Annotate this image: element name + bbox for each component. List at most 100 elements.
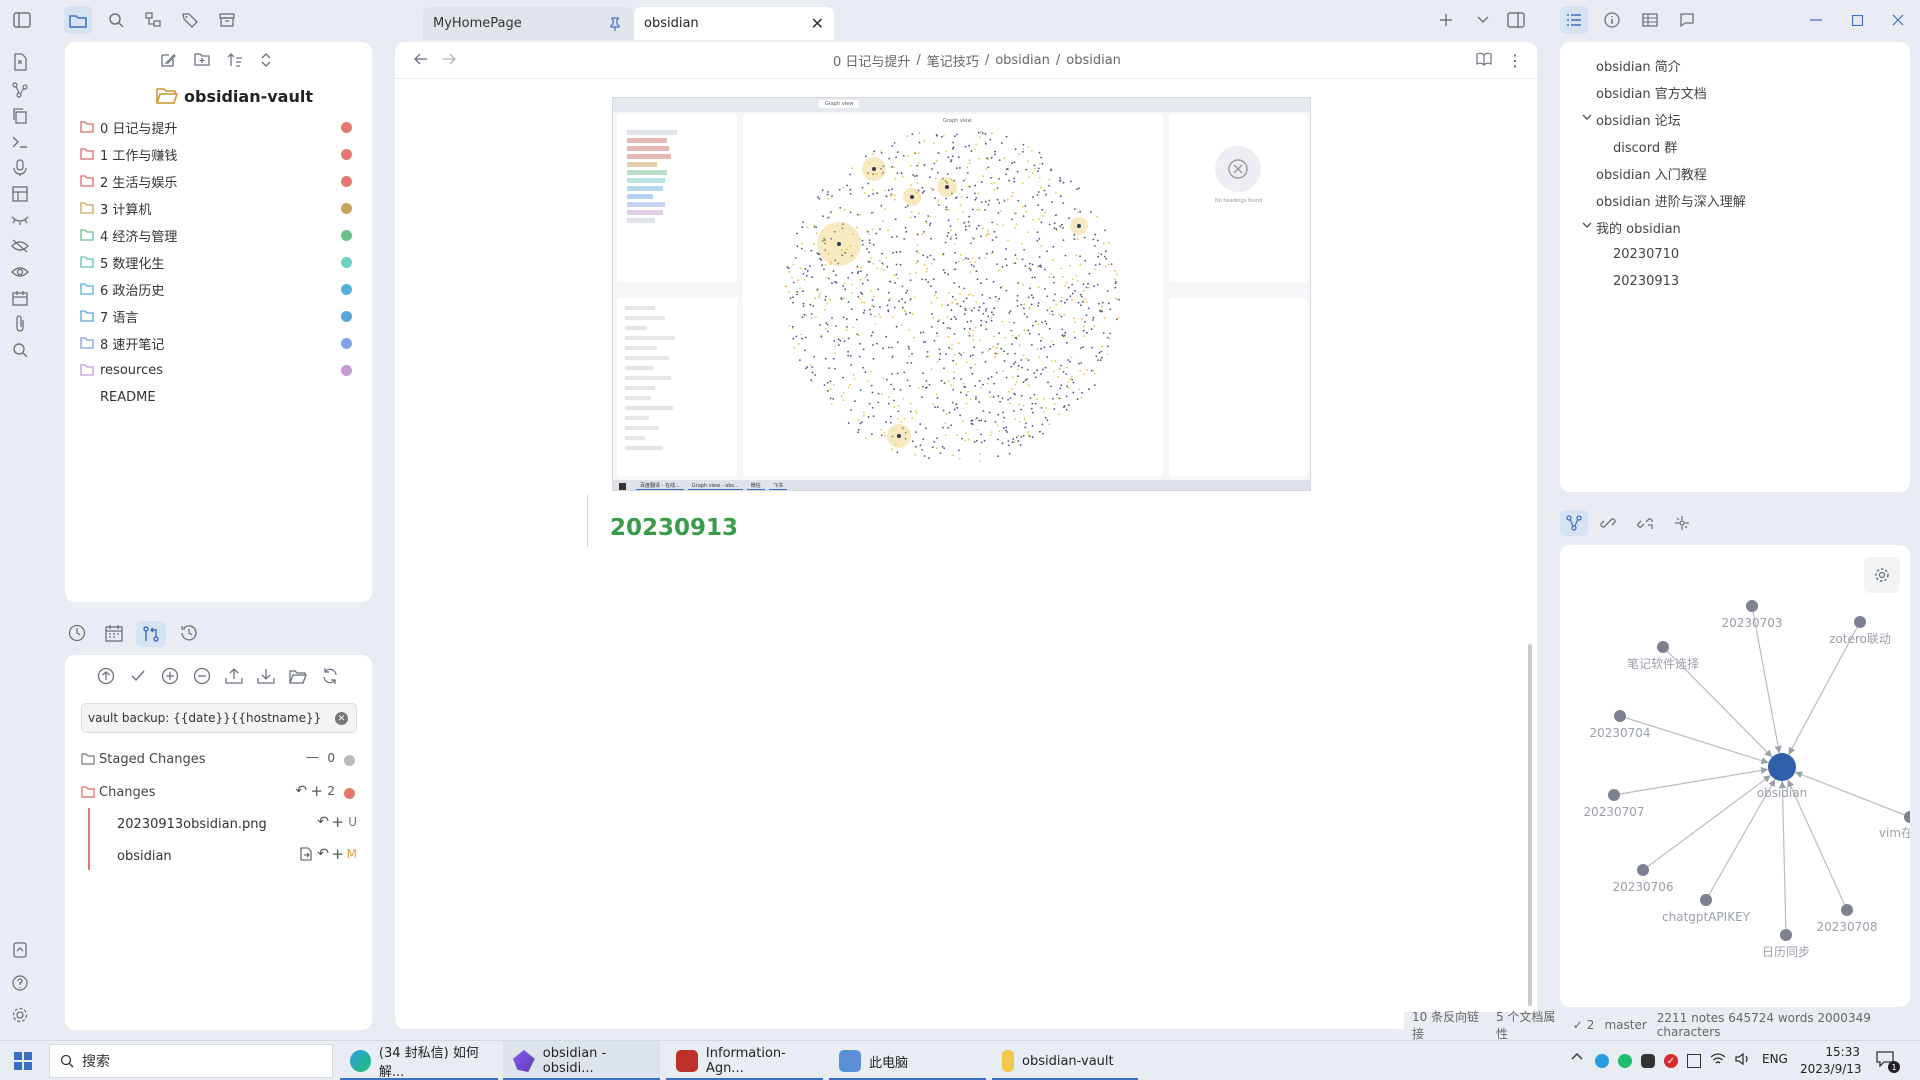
commit-message-input[interactable]: vault backup: {{date}}{{hostname}} ✕ [81,703,357,733]
local-graph-tab[interactable] [1560,510,1588,536]
close-window-icon[interactable] [1886,8,1910,32]
outline-item[interactable]: obsidian 官方文档 [1596,81,1707,103]
discard-icon[interactable]: ↶ [317,814,329,830]
taskbar-item-obsidian[interactable]: obsidian - obsidi... [503,1041,660,1080]
folder-item[interactable]: 0 日记与提升 [80,116,352,138]
eye-icon[interactable] [8,260,32,284]
folder-item[interactable]: 8 速开笔记 [80,332,352,354]
volume-icon[interactable] [1735,1052,1751,1066]
outline-item[interactable]: obsidian 入门教程 [1596,162,1707,184]
outline-item[interactable]: 20230913 [1613,270,1679,292]
open-file-icon[interactable] [299,847,313,861]
source-control-tab[interactable] [136,621,166,647]
folder-item[interactable]: 2 生活与娱乐 [80,170,352,192]
clock[interactable]: 15:33 2023/9/13 [1800,1044,1862,1078]
unstage-minus-icon[interactable]: — [306,750,319,765]
outline-item[interactable]: 20230710 [1613,243,1679,265]
tab-myhomepage[interactable]: MyHomePage [423,7,633,40]
graph-settings-button[interactable] [1864,557,1900,593]
graph-node[interactable] [1657,641,1669,653]
upload-icon[interactable] [223,665,245,687]
folder-item[interactable]: resources [80,359,352,381]
taskbar-item-vault-folder[interactable]: obsidian-vault [992,1041,1138,1080]
tab-obsidian[interactable]: obsidian ✕ [634,7,834,40]
properties-count[interactable]: 5 个文档属性 [1496,1008,1563,1042]
maximize-icon[interactable] [1845,8,1869,32]
settings-icon[interactable] [8,1003,32,1027]
minimize-icon[interactable] [1804,8,1828,32]
recent-files-clock-icon[interactable] [68,624,86,642]
folder-item[interactable]: 1 工作与赚钱 [80,143,352,165]
new-folder-icon[interactable] [194,52,210,66]
readme-file[interactable]: README [100,386,156,408]
back-arrow-icon[interactable] [414,52,428,66]
backlinks-count[interactable]: 10 条反向链接 [1412,1008,1486,1042]
taskbar-item-edge[interactable]: (34 封私信) 如何解... [340,1041,498,1080]
graph-node[interactable] [1854,616,1866,628]
vault-title[interactable]: obsidian-vault [156,84,313,108]
outline-item[interactable]: obsidian 进阶与深入理解 [1596,189,1746,211]
archive-icon[interactable] [213,6,241,34]
graph-analysis-icon[interactable] [1674,515,1690,531]
search-icon[interactable] [102,6,130,34]
graph-node[interactable] [1608,789,1620,801]
paperclip-icon[interactable] [8,312,32,336]
local-graph-canvas[interactable]: 20230703 zotero联动笔记软件选择 20230704 20230707 20… [1560,545,1910,1007]
graph-node[interactable] [1700,894,1712,906]
help-icon[interactable] [8,971,32,995]
tray-check-icon[interactable]: ✓ [1664,1054,1678,1068]
download-icon[interactable] [255,665,277,687]
new-tab-icon[interactable] [1432,6,1460,34]
graph-node[interactable] [1904,811,1910,823]
calendar-icon[interactable] [8,286,32,310]
files-icon[interactable] [64,6,92,34]
breadcrumb-item[interactable]: 0 日记与提升 [833,51,910,70]
editor-scrollbar[interactable] [1528,644,1532,1006]
right-sidebar-toggle-icon[interactable] [1502,6,1530,34]
open-folder-icon[interactable] [287,665,309,687]
tab-list-chevron-icon[interactable] [1469,6,1497,34]
clear-input-icon[interactable]: ✕ [335,712,348,725]
taskbar-item-this-pc[interactable]: 此电脑 [829,1041,986,1080]
changes-row[interactable]: Changes ↶ + 2 [81,781,357,803]
changed-file-row[interactable]: obsidian ↶ + M [117,845,357,867]
more-options-icon[interactable]: ⋮ [1507,51,1523,70]
outline-icon[interactable] [1560,6,1588,34]
new-note-icon[interactable] [160,52,176,68]
outline-item[interactable]: 我的 obsidian [1582,216,1681,238]
pin-icon[interactable] [609,16,621,31]
tray-chevron-up-icon[interactable] [1571,1052,1583,1060]
push-icon[interactable] [95,665,117,687]
wifi-icon[interactable] [1710,1052,1726,1066]
staged-changes-row[interactable]: Staged Changes — 0 [81,748,357,770]
tray-app-icon[interactable] [1595,1054,1609,1068]
chevron-down-icon[interactable] [1582,222,1592,229]
sidebar-toggle-icon[interactable] [8,6,36,34]
tags-icon[interactable] [176,6,204,34]
folder-item[interactable]: 3 计算机 [80,197,352,219]
folder-item[interactable]: 5 数理化生 [80,251,352,273]
structure-icon[interactable] [139,6,167,34]
git-branch[interactable]: master [1604,1018,1646,1032]
outline-item[interactable]: obsidian 论坛 [1582,108,1681,130]
info-icon[interactable] [1598,6,1626,34]
search-ribbon-icon[interactable] [8,338,32,362]
folder-item[interactable]: 4 经济与管理 [80,224,352,246]
outline-item[interactable]: obsidian 简介 [1596,54,1681,76]
stage-plus-icon[interactable]: + [310,782,323,800]
changed-file-row[interactable]: 20230913obsidian.png ↶ + U [117,813,357,835]
stage-all-plus-icon[interactable] [159,665,181,687]
git-changes-count[interactable]: 2 [1587,1018,1595,1032]
unstage-all-minus-icon[interactable] [191,665,213,687]
taskbar-search-box[interactable]: 搜索 [49,1044,333,1078]
history-icon[interactable] [180,624,198,642]
graph-view-icon[interactable] [8,78,32,102]
comment-icon[interactable] [1673,6,1701,34]
input-language[interactable]: ENG [1762,1052,1788,1066]
graph-center-node[interactable] [1768,753,1796,781]
tray-qq-icon[interactable] [1641,1054,1655,1068]
outgoing-links-icon[interactable] [1637,515,1653,531]
reading-view-book-icon[interactable] [1476,52,1492,66]
graph-node[interactable] [1841,904,1853,916]
copy-icon[interactable] [8,104,32,128]
